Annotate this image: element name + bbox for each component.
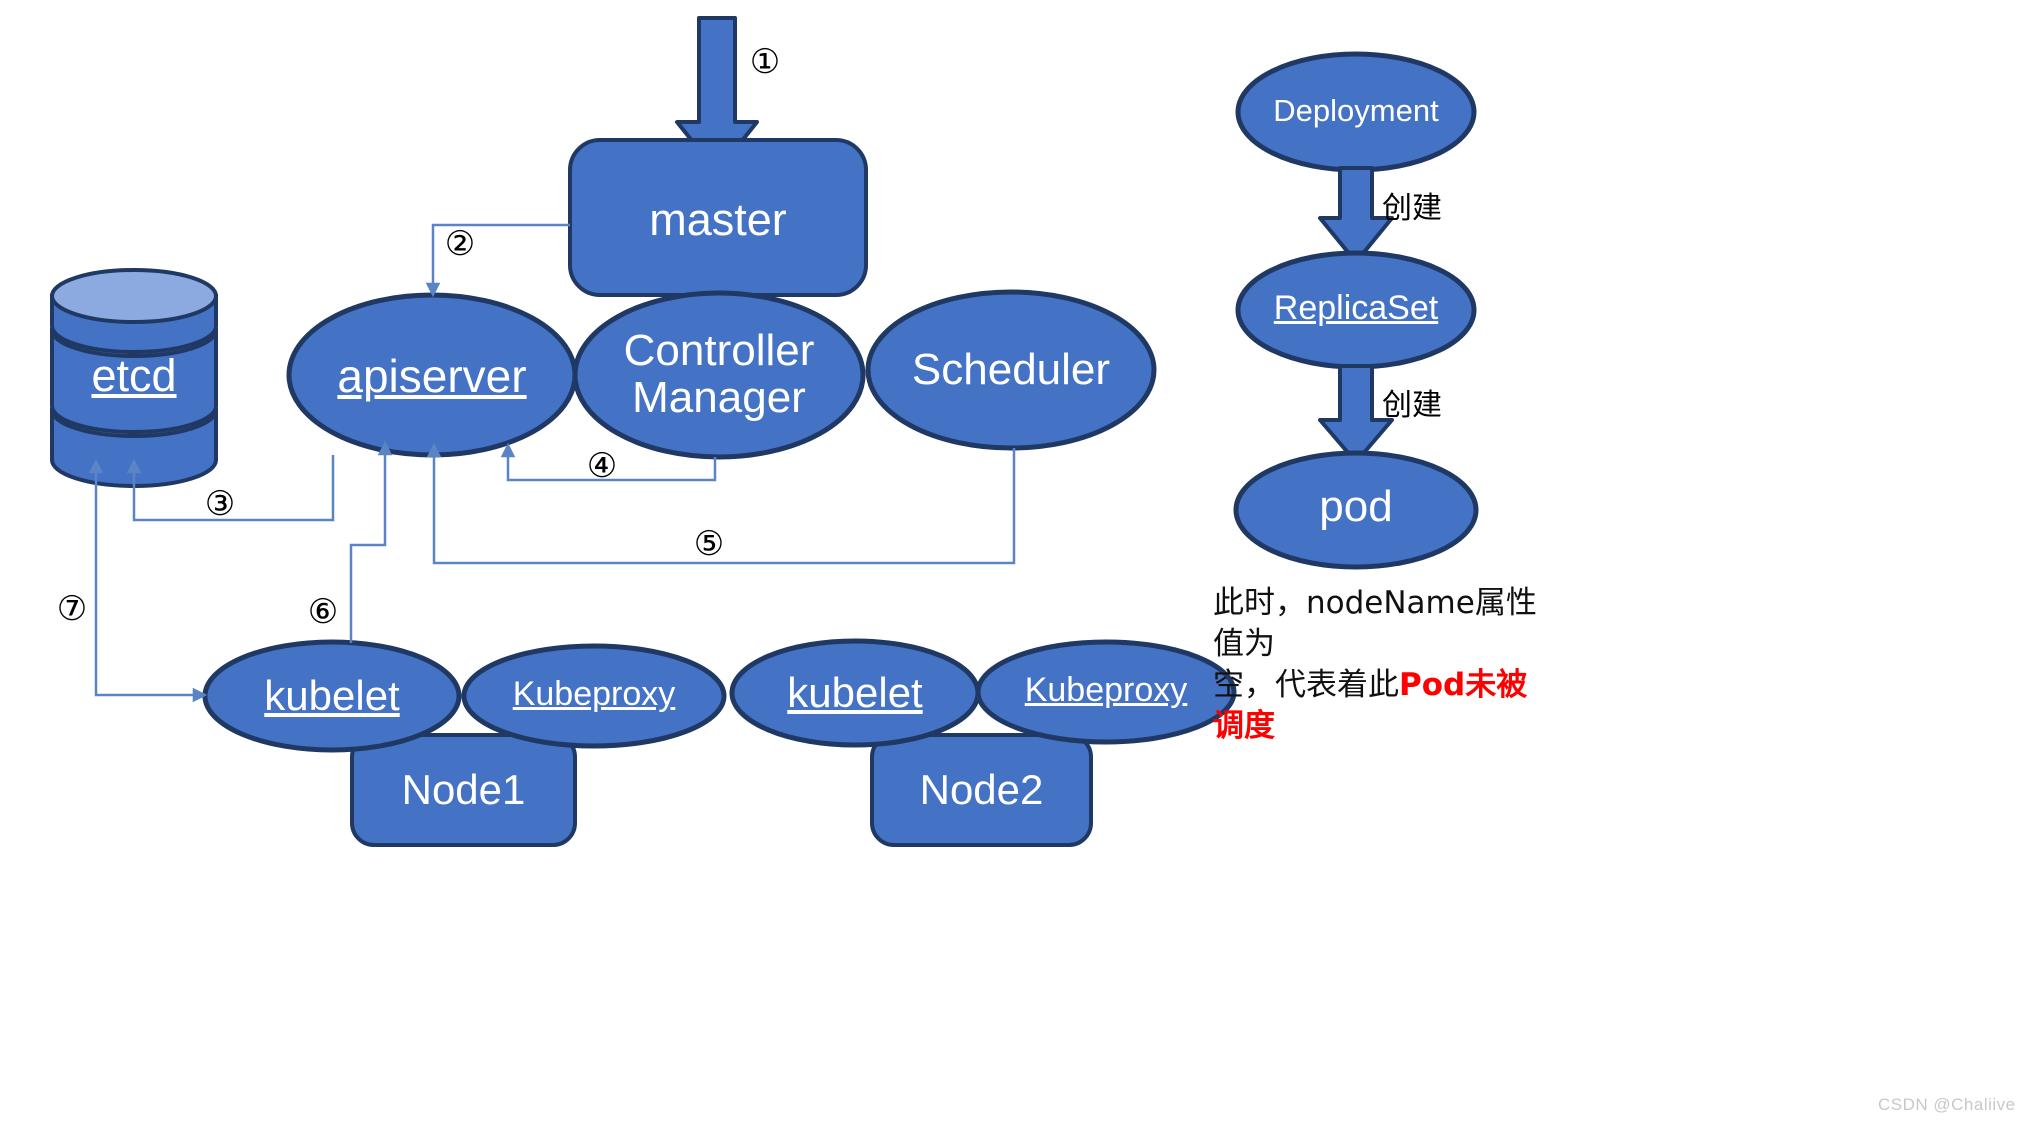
shape-apiserver[interactable] bbox=[286, 292, 578, 458]
shape-node1-kubelet[interactable] bbox=[202, 639, 462, 753]
note-line-1: 此时，nodeName属性值为 bbox=[1213, 583, 1543, 665]
shape-node2-kubelet[interactable] bbox=[729, 638, 981, 748]
edge-label-replicaset-to-pod: 创建 bbox=[1382, 388, 1442, 423]
shape-etcd[interactable] bbox=[50, 268, 218, 488]
step-number-2: ② bbox=[444, 224, 476, 264]
diagram-svg-layer bbox=[50, 16, 1479, 847]
shape-node1-kubeproxy[interactable] bbox=[461, 643, 727, 749]
step-number-6: ⑥ bbox=[307, 592, 339, 632]
shape-scheduler[interactable] bbox=[865, 289, 1157, 451]
shape-controller-manager[interactable] bbox=[572, 290, 866, 460]
note-line1-mono: nodeName bbox=[1306, 585, 1475, 621]
step-number-1: ① bbox=[749, 42, 781, 82]
watermark: CSDN @Chaliive bbox=[1878, 1095, 2016, 1114]
shape-master[interactable] bbox=[568, 138, 868, 297]
edge-label-deployment-to-replicaset: 创建 bbox=[1382, 191, 1442, 226]
note-annotation: 此时，nodeName属性值为 空，代表着此Pod未被调度 bbox=[1213, 583, 1543, 747]
shape-deployment[interactable] bbox=[1235, 51, 1477, 173]
step-number-3: ③ bbox=[204, 484, 236, 524]
step-number-5: ⑤ bbox=[693, 524, 725, 564]
diagram-canvas: master etcd apiserver Controller Manager… bbox=[0, 0, 2019, 1139]
note-line1-prefix: 此时， bbox=[1213, 585, 1306, 621]
step-number-4: ④ bbox=[586, 446, 618, 486]
note-line2-prefix: 空，代表着此 bbox=[1213, 666, 1399, 703]
shape-node2-kubeproxy[interactable] bbox=[975, 639, 1237, 745]
shape-pod[interactable] bbox=[1233, 450, 1479, 570]
shape-replicaset[interactable] bbox=[1235, 250, 1477, 370]
step-number-7: ⑦ bbox=[56, 589, 88, 629]
shape-node2-box[interactable] bbox=[870, 733, 1093, 847]
connector-step-6 bbox=[349, 440, 393, 643]
note-line-2: 空，代表着此Pod未被调度 bbox=[1213, 665, 1543, 747]
shape-node1-box[interactable] bbox=[350, 733, 577, 847]
connector-step-7 bbox=[88, 458, 208, 703]
